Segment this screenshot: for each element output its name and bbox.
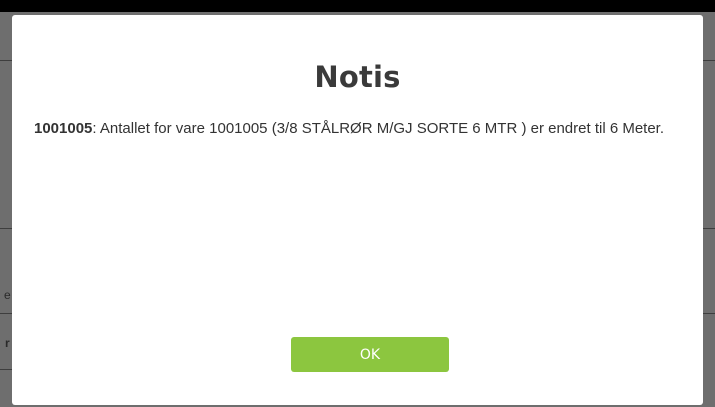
background-divider bbox=[0, 60, 12, 61]
item-code: 1001005 bbox=[34, 120, 93, 137]
background-divider bbox=[0, 313, 12, 314]
notice-dialog: Notis 1001005: Antallet for vare 1001005… bbox=[12, 15, 703, 405]
background-divider bbox=[703, 60, 715, 61]
background-text: e bbox=[4, 288, 11, 302]
background-divider bbox=[0, 228, 12, 229]
backdrop-top-bar bbox=[0, 0, 715, 12]
message-text: : Antallet for vare 1001005 (3/8 STÅLRØR… bbox=[92, 120, 665, 137]
ok-button[interactable]: OK bbox=[291, 337, 449, 372]
dialog-title: Notis bbox=[314, 60, 401, 94]
background-divider bbox=[703, 228, 715, 229]
background-divider bbox=[703, 313, 715, 314]
background-divider bbox=[0, 369, 12, 370]
background-text: r bbox=[5, 336, 10, 350]
dialog-message: 1001005: Antallet for vare 1001005 (3/8 … bbox=[34, 120, 674, 137]
